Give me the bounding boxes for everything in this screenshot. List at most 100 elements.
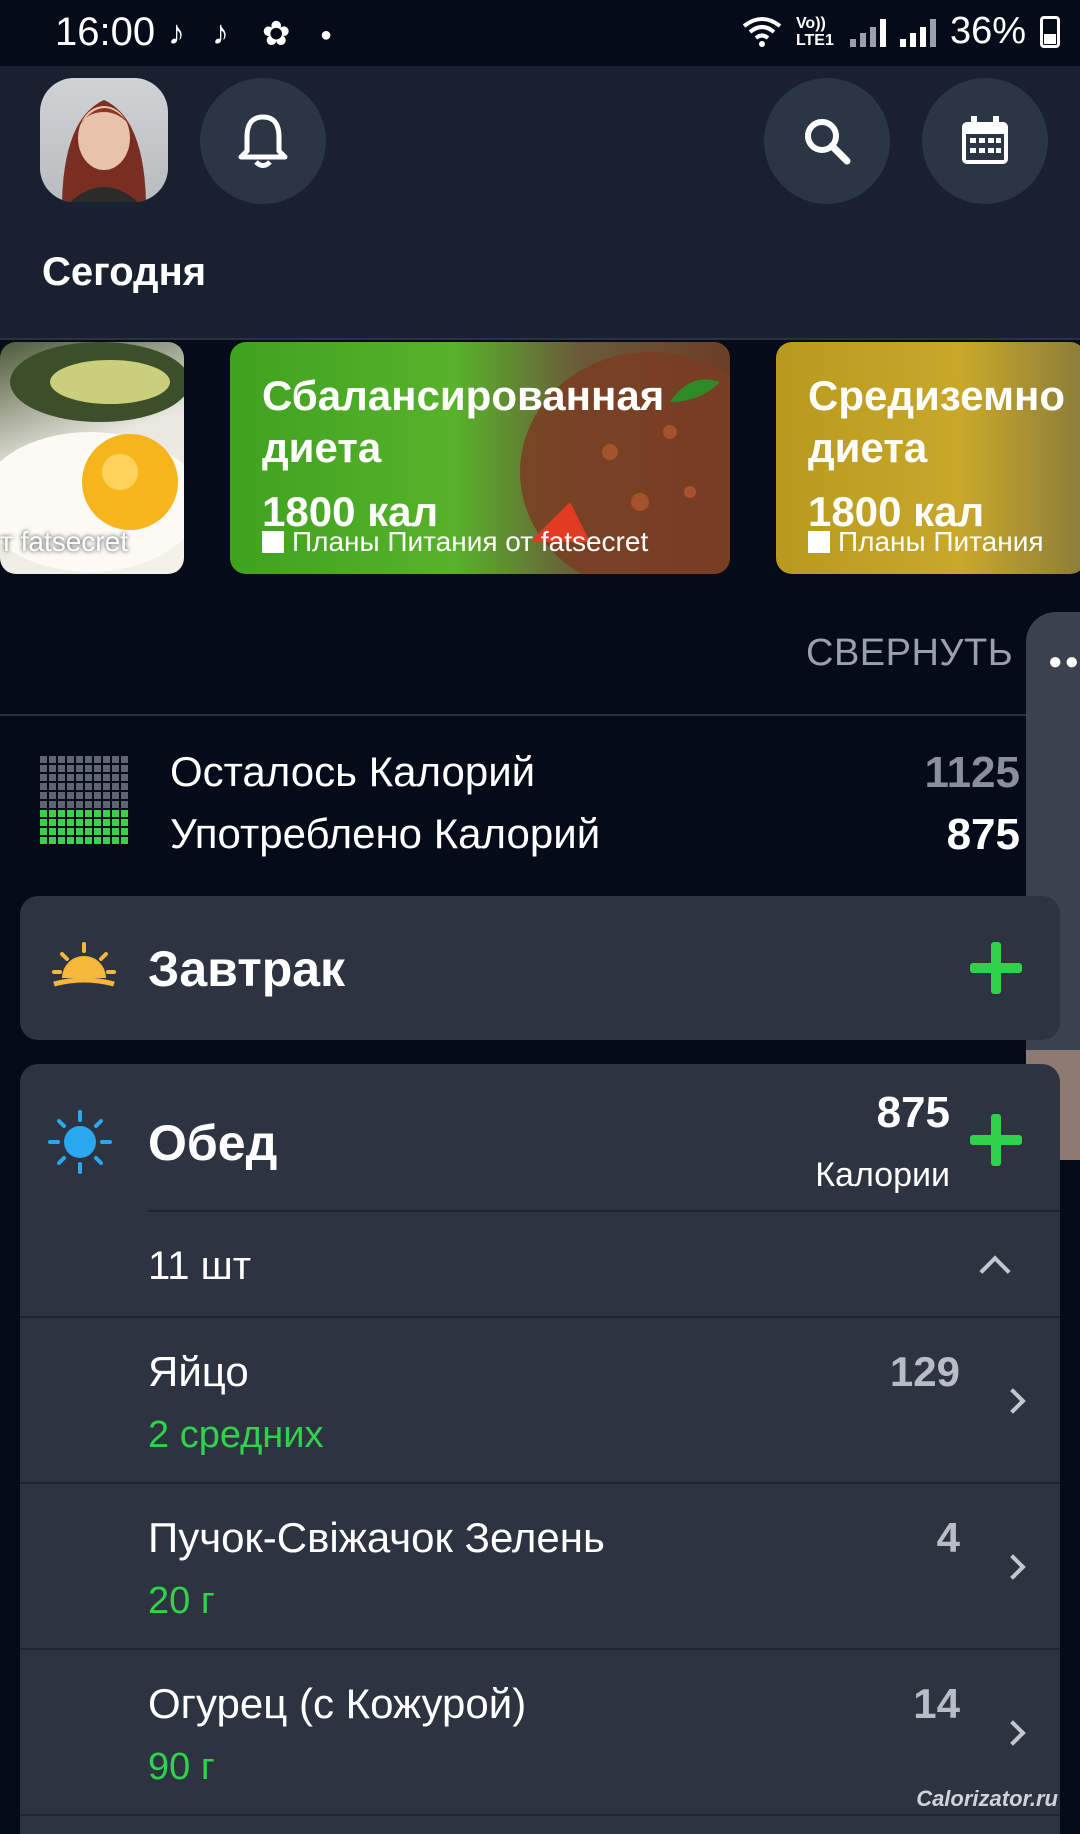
progress-cell bbox=[85, 765, 92, 772]
meal-title: Обед bbox=[148, 1115, 278, 1171]
progress-cell bbox=[40, 819, 47, 826]
search-icon bbox=[805, 119, 851, 165]
collapse-chevron-icon[interactable] bbox=[979, 1255, 1011, 1287]
progress-cell bbox=[40, 792, 47, 799]
progress-cell bbox=[49, 828, 56, 835]
progress-cell bbox=[121, 801, 128, 808]
divider bbox=[20, 1814, 1060, 1816]
progress-cell bbox=[67, 756, 74, 763]
wifi-icon bbox=[742, 16, 782, 47]
progress-cell bbox=[121, 783, 128, 790]
progress-cell bbox=[112, 765, 119, 772]
progress-cell bbox=[112, 792, 119, 799]
progress-cell bbox=[76, 819, 83, 826]
progress-cell bbox=[76, 828, 83, 835]
food-quantity: 20 г bbox=[148, 1580, 215, 1622]
collapse-button[interactable]: СВЕРНУТЬ bbox=[806, 632, 1013, 675]
progress-cell bbox=[67, 774, 74, 781]
food-name: Яйцо bbox=[148, 1348, 249, 1395]
signal-icon bbox=[849, 17, 886, 47]
progress-cell bbox=[76, 810, 83, 817]
cat-icon: ✿ bbox=[262, 15, 291, 53]
progress-cell bbox=[58, 774, 65, 781]
remaining-calories-label: Осталось Калорий bbox=[170, 748, 536, 795]
add-breakfast-button[interactable] bbox=[970, 942, 1022, 994]
progress-cell bbox=[121, 819, 128, 826]
meal-plan-card-mediterranean[interactable]: Средиземно диета 1800 кал Планы Питания bbox=[776, 342, 1080, 574]
sunrise-icon bbox=[52, 942, 116, 987]
progress-cell bbox=[76, 792, 83, 799]
calendar-icon bbox=[962, 116, 1008, 164]
food-calories: 14 bbox=[913, 1680, 960, 1727]
tiktok-icon: ♪ bbox=[212, 14, 229, 52]
progress-cell bbox=[112, 837, 119, 844]
progress-cell bbox=[85, 792, 92, 799]
meal-breakfast[interactable]: Завтрак bbox=[20, 896, 1060, 1040]
meal-plan-card-balanced[interactable]: Сбалансированная диета 1800 кал Планы Пит… bbox=[230, 342, 730, 574]
progress-cell bbox=[58, 810, 65, 817]
card-title: Сбалансированная диета bbox=[262, 372, 665, 471]
more-icon: ●● bbox=[1048, 648, 1080, 675]
progress-cell bbox=[103, 765, 110, 772]
progress-cell bbox=[103, 774, 110, 781]
card-subtitle: т fatsecret bbox=[0, 526, 128, 557]
progress-cell bbox=[40, 828, 47, 835]
network-label: Vo)) LTE1 bbox=[795, 14, 834, 49]
food-calories: 129 bbox=[889, 1348, 960, 1395]
progress-cell bbox=[58, 765, 65, 772]
food-row[interactable] bbox=[20, 1650, 1060, 1814]
consumed-calories-label: Употреблено Калорий bbox=[170, 810, 601, 857]
progress-cell bbox=[49, 774, 56, 781]
status-right: Vo)) LTE1 36% bbox=[742, 10, 1060, 53]
progress-cell bbox=[121, 810, 128, 817]
progress-cell bbox=[58, 783, 65, 790]
progress-cell bbox=[67, 819, 74, 826]
progress-cell bbox=[94, 801, 101, 808]
progress-cell bbox=[85, 774, 92, 781]
page-title: Сегодня bbox=[42, 250, 207, 294]
lunch-calories-value: 875 bbox=[876, 1088, 950, 1137]
progress-cell bbox=[58, 837, 65, 844]
status-time: 16:00 bbox=[55, 10, 156, 54]
progress-cell bbox=[103, 801, 110, 808]
progress-cell bbox=[121, 765, 128, 772]
progress-cell bbox=[85, 837, 92, 844]
progress-cell bbox=[121, 774, 128, 781]
progress-cell bbox=[49, 801, 56, 808]
progress-cell bbox=[103, 810, 110, 817]
calendar-button[interactable] bbox=[922, 78, 1048, 204]
food-name: Огурец (с Кожурой) bbox=[148, 1680, 527, 1727]
notifications-button[interactable] bbox=[200, 78, 326, 204]
food-quantity: 90 г bbox=[148, 1746, 215, 1788]
progress-cell bbox=[112, 819, 119, 826]
progress-cell bbox=[49, 819, 56, 826]
progress-cell bbox=[40, 801, 47, 808]
progress-cell bbox=[103, 837, 110, 844]
progress-cell bbox=[85, 828, 92, 835]
progress-cell bbox=[40, 774, 47, 781]
progress-cell bbox=[103, 783, 110, 790]
progress-cell bbox=[40, 783, 47, 790]
food-name: Пучок-Свіжачок Зелень bbox=[148, 1514, 605, 1561]
progress-cell bbox=[112, 810, 119, 817]
progress-cell bbox=[112, 801, 119, 808]
avatar[interactable] bbox=[40, 78, 168, 202]
food-row[interactable] bbox=[20, 1484, 1060, 1648]
lunch-calories-label: Калории bbox=[815, 1156, 950, 1194]
progress-cell bbox=[121, 792, 128, 799]
progress-cell bbox=[121, 756, 128, 763]
progress-cell bbox=[76, 783, 83, 790]
progress-cell bbox=[94, 765, 101, 772]
bell-icon bbox=[238, 114, 288, 168]
add-lunch-button[interactable] bbox=[970, 1114, 1022, 1166]
progress-cell bbox=[121, 837, 128, 844]
progress-cell bbox=[67, 783, 74, 790]
progress-cell bbox=[49, 765, 56, 772]
progress-cell bbox=[94, 756, 101, 763]
meal-plan-card-partial[interactable]: т fatsecret bbox=[0, 342, 184, 574]
progress-cell bbox=[58, 756, 65, 763]
progress-cell bbox=[76, 837, 83, 844]
search-button[interactable] bbox=[764, 78, 890, 204]
food-quantity: 2 средних bbox=[148, 1414, 324, 1456]
food-row[interactable] bbox=[20, 1318, 1060, 1482]
